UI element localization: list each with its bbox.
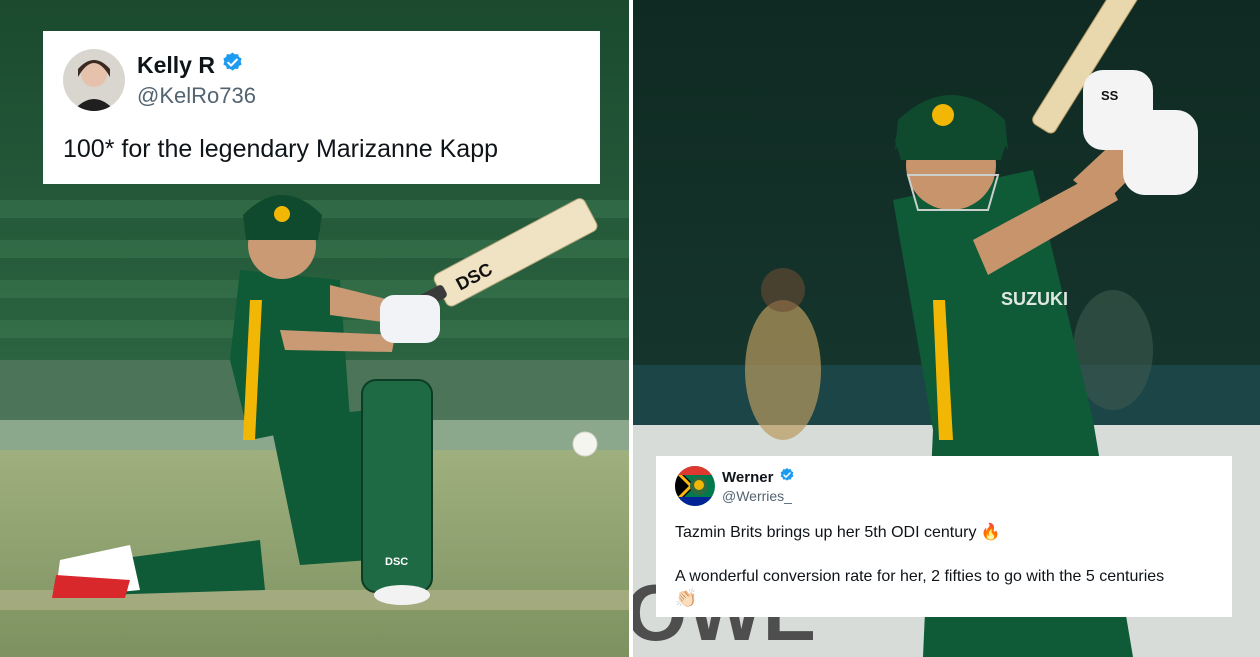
tweet-text-line-2: A wonderful conversion rate for her, 2 f…	[675, 568, 1165, 585]
tweet-card-kelly[interactable]: Kelly R @KelRo736 100* for the legendary…	[43, 31, 600, 184]
tweet-text-line-1: Tazmin Brits brings up her 5th ODI centu…	[675, 524, 1001, 541]
avatar[interactable]	[675, 466, 715, 506]
tweet-text: 100* for the legendary Marizanne Kapp	[63, 135, 499, 163]
jersey-sponsor-text: SUZUKI	[1001, 289, 1068, 309]
display-name-row: Werner	[722, 467, 795, 487]
cricket-ball	[572, 431, 598, 457]
display-name[interactable]: Kelly R	[137, 52, 215, 79]
display-name-row: Kelly R	[137, 51, 244, 80]
avatar[interactable]	[63, 49, 125, 111]
verified-badge-icon	[221, 51, 244, 80]
clapping-hands-icon: 👏🏻	[675, 588, 698, 608]
tweet-card-werner[interactable]: Werner @Werries_ Tazmin Brits brings up …	[656, 456, 1232, 617]
user-handle[interactable]: @KelRo736	[137, 83, 256, 109]
display-name[interactable]: Werner	[722, 469, 773, 486]
user-handle[interactable]: @Werries_	[722, 488, 792, 504]
glove-logo-text: SS	[1101, 88, 1119, 103]
pad-logo-text: DSC	[385, 556, 408, 568]
verified-badge-icon	[779, 467, 795, 487]
